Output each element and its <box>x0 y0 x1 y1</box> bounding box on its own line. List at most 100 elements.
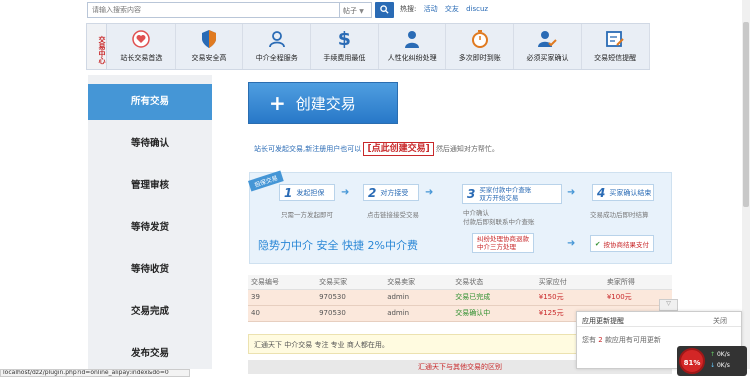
browser-status-url: localhost/dz2/plugin.php?id=online_alipa… <box>0 369 190 377</box>
step-number: 2 <box>368 185 377 200</box>
hot-link[interactable]: discuz <box>466 5 488 13</box>
download-speed: ↓ 0K/s <box>710 362 730 369</box>
col-seller: 交易卖家 <box>384 275 453 290</box>
create-trade-link[interactable]: [点此创建交易] <box>363 142 434 156</box>
cell-buyer: 970530 <box>316 289 385 306</box>
table-row[interactable]: 39 970530 admin 交易已完成 ¥150元 ¥100元 <box>248 289 672 306</box>
refund-box: ✔ 按协商结果支付 <box>590 235 654 252</box>
feature-item[interactable]: 交易安全高 <box>176 24 244 69</box>
popup-header: 应用更新提醒 关闭 <box>577 312 741 327</box>
feature-item[interactable]: 站长交易首选 <box>108 24 176 69</box>
nav-item-all-trades[interactable]: 所有交易 <box>88 84 212 120</box>
popup-close-button[interactable]: 关闭 <box>713 316 727 326</box>
flow-slogan: 隐势力中介 安全 快捷 2%中介费 <box>258 239 418 252</box>
download-speed-value: 0K/s <box>716 362 730 369</box>
col-buyer: 交易买家 <box>316 275 385 290</box>
col-trade-id: 交易编号 <box>248 275 317 290</box>
feature-label: 站长交易首选 <box>120 54 163 62</box>
notice-prefix: 站长可发起交易,新注册用户也可以 <box>254 145 362 153</box>
feature-item[interactable]: 中介全程服务 <box>243 24 312 69</box>
cell-buyer: 970530 <box>316 305 385 322</box>
step-1-desc: 只需一方发起即可 <box>281 211 333 219</box>
cell-trade-id: 39 <box>248 289 317 306</box>
feature-item[interactable]: 必须买家确认 <box>514 24 582 69</box>
flow-step-3: 3 买家付款中介查账 双方开始交易 <box>462 184 562 204</box>
popup-collapse-button[interactable]: ▽ <box>659 299 678 311</box>
cell-seller: admin <box>384 289 453 306</box>
nav-item-awaiting-receipt[interactable]: 等待收货 <box>88 249 212 291</box>
feature-label: 交易安全高 <box>191 54 227 62</box>
dispute-label: 纠纷处理协商退款 中介三方处理 <box>477 235 529 251</box>
dispute-box: 纠纷处理协商退款 中介三方处理 <box>472 233 534 253</box>
network-speed-widget[interactable]: 81% ↑ 0K/s ↓ 0K/s <box>677 346 747 376</box>
trade-center-label: 交易中心 <box>87 24 107 69</box>
nav-item-admin-review[interactable]: 管理审核 <box>88 165 212 207</box>
update-count: 2 <box>598 336 603 344</box>
cell-buyer-pays: ¥150元 <box>535 289 604 306</box>
search-type-value: 帖子 <box>343 7 357 15</box>
create-notice: 站长可发起交易,新注册用户也可以 [点此创建交易] 然后通知对方帮忙。 <box>254 141 499 156</box>
popup-body-suffix: 款应用有可用更新 <box>604 336 661 344</box>
step-2-desc: 点击链接接受交易 <box>367 211 419 219</box>
trade-sidebar: 所有交易 等待确认 管理审核 等待发货 等待收货 交易完成 发布交易 <box>88 75 212 369</box>
shield-icon <box>202 30 217 48</box>
step-3-desc: 中介确认 付款后即刻联系中介查账 <box>463 209 535 226</box>
col-seller-gets: 卖家所得 <box>603 275 672 290</box>
step-label: 发起担保 <box>296 188 325 197</box>
chevron-down-icon: ▼ <box>359 8 364 15</box>
arrow-right-icon: ➜ <box>425 187 434 198</box>
flow-step-4: 4 买家确认结束 <box>592 184 654 201</box>
hot-link[interactable]: 交友 <box>445 5 459 13</box>
popup-body-prefix: 您有 <box>582 336 596 344</box>
search-button[interactable] <box>375 2 394 18</box>
step-number: 4 <box>597 185 606 200</box>
search-icon <box>380 5 389 14</box>
cell-trade-id: 40 <box>248 305 317 322</box>
step-label: 对方接受 <box>380 188 409 197</box>
cell-status: 交易已完成 <box>452 289 536 306</box>
step-label: 买家确认结束 <box>609 188 652 197</box>
search-type-select[interactable]: 帖子 ▼ <box>340 2 372 18</box>
vertical-scrollbar[interactable] <box>742 0 750 369</box>
feature-label: 必须买家确认 <box>526 54 569 62</box>
scrollbar-thumb[interactable] <box>743 22 749 207</box>
trade-flow-panel: 担保交易 1 发起担保 ➜ 2 对方接受 ➜ 3 买家付款中介查账 双方开始交易… <box>248 170 672 264</box>
feature-label: 交易短信提醒 <box>594 54 637 62</box>
feature-item[interactable]: 多次即时到账 <box>446 24 515 69</box>
stopwatch-icon <box>471 30 488 48</box>
upload-speed: ↑ 0K/s <box>710 351 730 358</box>
arrow-up-icon: ↑ <box>710 351 716 358</box>
message-edit-icon <box>606 31 624 47</box>
col-buyer-pays: 买家应付 <box>535 275 604 290</box>
step-number: 3 <box>467 187 476 201</box>
feature-item[interactable]: 人性化纠纷处理 <box>379 24 447 69</box>
trade-feature-nav: 交易中心 站长交易首选 交易安全高 中介全程服务 $ 手续费用最低 人性化纠纷处… <box>86 23 650 70</box>
heart-badge-icon <box>132 30 151 48</box>
feature-label: 中介全程服务 <box>255 54 298 62</box>
feature-label: 多次即时到账 <box>458 54 501 62</box>
plus-icon: + <box>269 91 286 115</box>
check-icon: ✔ <box>595 239 601 248</box>
memory-usage-badge: 81% <box>679 348 705 374</box>
arrow-right-icon: ➜ <box>341 187 350 198</box>
nav-item-awaiting-ship[interactable]: 等待发货 <box>88 207 212 249</box>
cell-status: 交易确认中 <box>452 305 536 322</box>
create-trade-button[interactable]: + 创建交易 <box>248 82 398 124</box>
search-input[interactable] <box>87 2 340 18</box>
step-4-desc: 交易成功后即时结算 <box>590 211 649 219</box>
popup-title: 应用更新提醒 <box>582 317 624 325</box>
notice-suffix: 然后通知对方帮忙。 <box>435 145 499 153</box>
nav-item-awaiting-confirm[interactable]: 等待确认 <box>88 123 212 165</box>
feature-label: 手续费用最低 <box>323 54 366 62</box>
step-label: 买家付款中介查账 双方开始交易 <box>479 186 532 202</box>
feature-item[interactable]: 交易短信提醒 <box>582 24 650 69</box>
hot-link[interactable]: 活动 <box>424 5 438 13</box>
feature-label: 人性化纠纷处理 <box>387 54 437 62</box>
person-icon <box>405 31 420 48</box>
cell-seller: admin <box>384 305 453 322</box>
feature-item[interactable]: $ 手续费用最低 <box>311 24 379 69</box>
nav-item-completed[interactable]: 交易完成 <box>88 291 212 333</box>
user-icon <box>268 31 285 48</box>
arrow-down-icon: ↓ <box>710 362 716 369</box>
arrow-right-icon: ➜ <box>567 187 576 198</box>
